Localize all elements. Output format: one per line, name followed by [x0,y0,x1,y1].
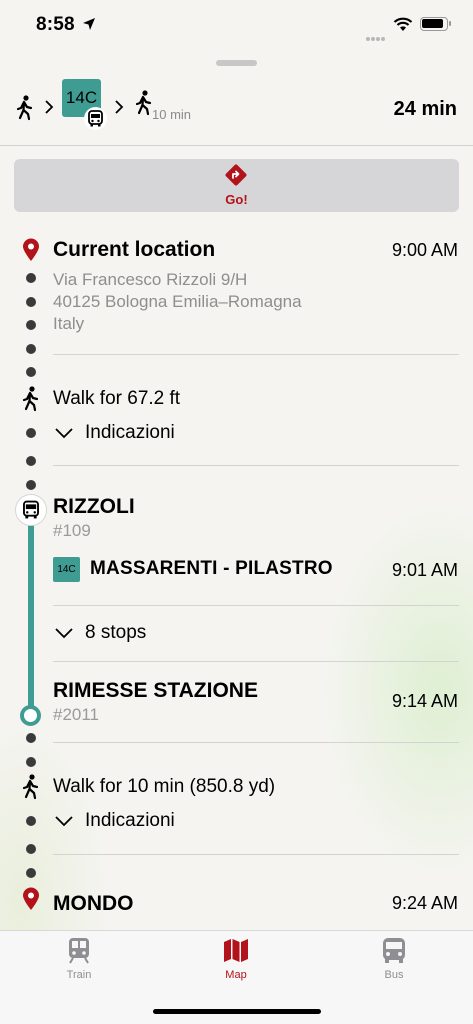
battery-cap [449,21,451,26]
tab-map-label: Map [225,969,247,981]
tab-train[interactable]: Train [39,934,119,986]
walk-icon [135,90,152,116]
divider [53,661,459,662]
directions-toggle[interactable]: Indicazioni [85,422,175,444]
chevron-right-icon [45,100,54,114]
wifi-icon [393,17,413,31]
board-stop: RIZZOLI [53,495,135,518]
destination-title: MONDO [53,892,134,915]
pin-icon [23,238,39,261]
start-time: 9:00 AM [391,240,458,260]
timeline-dot [26,733,36,743]
map-icon [224,939,248,962]
tab-bus[interactable]: Bus [354,934,434,986]
board-time: 9:01 AM [391,560,458,580]
divider [53,354,459,355]
alight-stop-marker [20,705,41,726]
tab-map[interactable]: Map [196,934,276,986]
divider [53,465,459,466]
sheet-grabber[interactable] [216,60,257,66]
timeline-dot [26,757,36,767]
alight-time: 9:14 AM [391,691,458,711]
tab-train-label: Train [66,969,92,981]
timeline-dot [26,367,36,377]
timeline-dot [26,273,36,283]
route-direction: MASSARENTI - PILASTRO [90,558,333,579]
timeline-dot [26,480,36,490]
timeline-dot [26,344,36,354]
route-line [28,520,34,712]
route-badge: 14C [53,557,80,582]
divider [53,605,459,606]
address-line: 40125 Bologna Emilia–Romagna [53,292,302,311]
timeline-dot [26,456,36,466]
walk-instruction: Walk for 67.2 ft [53,388,181,409]
bus-icon [383,938,405,963]
divider [0,145,473,146]
stops-toggle[interactable]: 8 stops [85,622,146,644]
directions-icon [225,164,247,186]
status-time: 8:58 [36,14,75,35]
timeline-dot [26,868,36,878]
chevron-down-icon[interactable] [55,815,73,827]
alight-stop-code: #2011 [53,705,100,724]
chevron-down-icon[interactable] [55,427,73,439]
walk-icon [22,386,39,412]
total-duration: 24 min [393,98,457,120]
divider [53,854,459,855]
train-icon [69,938,89,964]
address-line: Italy [53,314,85,333]
walk-duration: 10 min [152,107,192,122]
timeline-dot [26,844,36,854]
divider [53,742,459,743]
timeline-dot [26,428,36,438]
start-title: Current location [53,238,216,261]
timeline-dot [26,320,36,330]
home-indicator[interactable] [153,1009,321,1014]
timeline-dot [26,816,36,826]
battery-icon [420,17,448,31]
pin-icon [23,887,39,910]
bus-icon [84,107,107,130]
go-button-label: Go! [225,192,248,207]
tab-bus-label: Bus [384,969,404,981]
alight-stop: RIMESSE STAZIONE [53,679,258,702]
timeline-dot [26,297,36,307]
signal-icon [366,28,386,46]
chevron-down-icon[interactable] [55,627,73,639]
location-arrow-icon [83,18,95,30]
destination-time: 9:24 AM [391,893,458,913]
walk-icon [22,774,39,800]
walk-instruction: Walk for 10 min (850.8 yd) [53,776,276,797]
board-stop-code: #109 [53,521,91,540]
chevron-right-icon [115,100,124,114]
directions-toggle[interactable]: Indicazioni [85,810,175,832]
address-line: Via Francesco Rizzoli 9/H [53,270,248,289]
walk-icon [16,95,33,121]
bus-icon [15,494,47,526]
